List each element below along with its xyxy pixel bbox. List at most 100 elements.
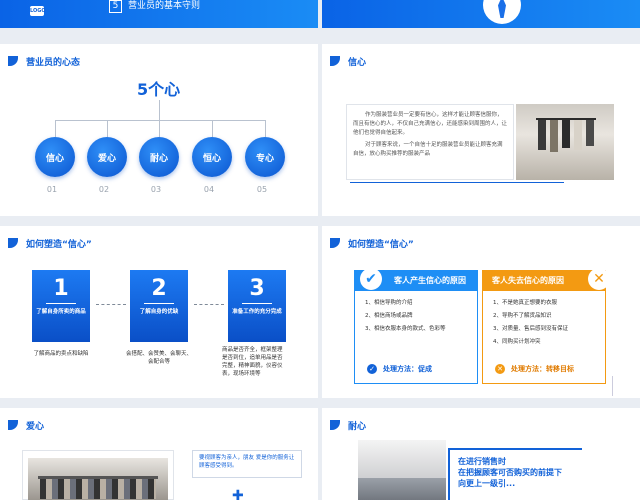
slide-top-left[interactable]: LOGO 5 营业员的基本守则: [0, 0, 318, 28]
garment-icon: [538, 120, 546, 150]
slide-header: 营业员的心态: [0, 52, 80, 70]
circle-love[interactable]: 爱心: [87, 137, 127, 177]
list-item: 3、相信衣服本身的款式、色彩等: [365, 326, 446, 332]
mall-photo: [358, 440, 446, 500]
step-3-desc: 商品是否齐全，框架整理是否到位，追单用品是否完整，精神面貌，仪容仪表，现场环境等: [222, 347, 283, 377]
patience-box: 在进行销售时 在把握顾客可否购买的前提下 向更上一级引...: [448, 448, 582, 500]
line: 在进行销售时: [458, 457, 506, 466]
circle-number: 05: [256, 185, 268, 194]
tree-drop: [212, 120, 213, 137]
section-marker-icon: [8, 56, 18, 66]
tree-branch: [55, 120, 265, 121]
loss-method: 处理方法：转移目标: [511, 364, 574, 373]
step-divider: [46, 303, 76, 304]
tree-stem: [159, 100, 160, 120]
slide-title: 爱心: [26, 421, 45, 432]
slide-title: 耐心: [348, 421, 367, 432]
header-bar: [322, 0, 640, 28]
list-item: 3、对质量、售后感到没有保证: [493, 326, 569, 332]
slide-mindset[interactable]: 营业员的心态 5个心 信心 爱心 耐心 恒心 专心 01 02 03 04 05: [0, 44, 318, 216]
step-number: 2: [151, 276, 167, 301]
slide-reasons[interactable]: 如何塑造“信心” ✔ 客人产生信心的原因 1、相信导购的介绍 2、相信商场或品牌…: [322, 226, 640, 398]
slide-title: 营业员的心态: [26, 57, 81, 68]
step-label: 了解自身所卖的商品: [36, 309, 86, 315]
section-number: 5: [109, 0, 122, 13]
note-text: 要视顾客为亲人，朋友 爱是你的服务让顾客感受得到。: [199, 455, 295, 469]
arrow-connector: [194, 304, 224, 305]
step-label: 准备工作的充分完成: [232, 309, 282, 315]
slide-build-confidence[interactable]: 如何塑造“信心” 1 了解自身所卖的商品 2 了解自身的优缺 3 准备工作的充分…: [0, 226, 318, 398]
slide-header: 如何塑造“信心”: [322, 234, 414, 252]
loss-title: 客人失去信心的原因: [492, 275, 564, 285]
garments-icon: [40, 479, 156, 499]
arrow-connector: [96, 304, 126, 305]
slide-header: 如何塑造“信心”: [0, 234, 92, 252]
garment-icon: [574, 120, 582, 150]
section-marker-icon: [8, 420, 18, 430]
slide-header: 爱心: [0, 416, 44, 434]
paragraph: 对于顾客来说，一个自信十足的服装营业员能让顾客充满自信，放心购买推荐的服装产品: [353, 142, 503, 157]
slide-header: 信心: [322, 52, 366, 70]
tie-icon: [498, 0, 506, 18]
list-item: 2、导购不了解货品知识: [493, 313, 552, 319]
gain-title: 客人产生信心的原因: [394, 275, 466, 285]
section-marker-icon: [330, 56, 340, 66]
circle-focus[interactable]: 专心: [245, 137, 285, 177]
list-item: 4、同购买计划冲突: [493, 339, 541, 345]
check-icon: ✓: [367, 364, 377, 374]
corner-accent: [612, 376, 628, 396]
circle-number: 01: [46, 185, 58, 194]
slide-title: 信心: [348, 57, 367, 68]
section-marker-icon: [8, 238, 18, 248]
gain-list: 1、相信导购的介绍 2、相信商场或品牌 3、相信衣服本身的款式、色彩等 ✓ 处理…: [354, 290, 478, 384]
tree-drop: [107, 120, 108, 137]
list-item: 1、相信导购的介绍: [365, 300, 413, 306]
tree-drop: [159, 120, 160, 137]
loss-header: 客人失去信心的原因 ✕: [482, 268, 610, 290]
slide-top-right[interactable]: [322, 0, 640, 28]
step-2-desc: 会搭配、会赞美、会聊天、会配合等: [126, 351, 193, 365]
slide-title: 如何塑造“信心”: [26, 239, 92, 250]
garment-icon: [550, 120, 558, 152]
section-marker-icon: [330, 420, 340, 430]
note-box: 要视顾客为亲人，朋友 爱是你的服务让顾客感受得到。: [192, 450, 302, 478]
slide-patience[interactable]: 耐心 在进行销售时 在把握顾客可否购买的前提下 向更上一级引...: [322, 408, 640, 500]
close-icon: ✕: [588, 268, 610, 290]
tree-drop: [55, 120, 56, 137]
loss-footer: ✕ 处理方法：转移目标: [483, 355, 605, 383]
check-icon: ✔: [360, 268, 382, 290]
step-label: 了解自身的优缺: [139, 309, 179, 315]
slide-love[interactable]: 爱心 要视顾客为亲人，朋友 爱是你的服务让顾客感受得到。 ✚: [0, 408, 318, 500]
circle-patience[interactable]: 耐心: [139, 137, 179, 177]
garment-icon: [586, 120, 594, 146]
slide-title: 如何塑造“信心”: [348, 239, 414, 250]
divider: [350, 182, 564, 183]
step-3-box[interactable]: 3 准备工作的充分完成: [228, 270, 286, 342]
circle-number: 02: [98, 185, 110, 194]
list-item: 2、相信商场或品牌: [365, 313, 413, 319]
circle-confidence[interactable]: 信心: [35, 137, 75, 177]
step-1-desc: 了解商品的卖点和缺陷: [33, 351, 89, 357]
circle-number: 03: [150, 185, 162, 194]
slide-header: 耐心: [322, 416, 366, 434]
store-photo: [28, 458, 168, 500]
big-title: 5个心: [137, 80, 181, 99]
line: 向更上一级引...: [458, 479, 516, 488]
list-item: 1、不是她真正想要的衣服: [493, 300, 558, 306]
logo: LOGO: [30, 6, 46, 16]
section-title: 营业员的基本守则: [128, 1, 201, 11]
gain-method: 处理方法：促成: [383, 364, 432, 373]
text-panel: 作为服装营业员一定要有信心，这样才能让顾客信服你，而且有信心的人，不仅自己充满信…: [346, 104, 514, 180]
garment-icon: [562, 120, 570, 148]
circle-number: 04: [203, 185, 215, 194]
gain-footer: ✓ 处理方法：促成: [355, 355, 477, 383]
step-divider: [144, 303, 174, 304]
line: 在把握顾客可否购买的前提下: [458, 468, 562, 477]
slide-confidence[interactable]: 信心 作为服装营业员一定要有信心，这样才能让顾客信服你，而且有信心的人，不仅自己…: [322, 44, 640, 216]
step-1-box[interactable]: 1 了解自身所卖的商品: [32, 270, 90, 342]
paragraph: 作为服装营业员一定要有信心，这样才能让顾客信服你，而且有信心的人，不仅自己充满信…: [353, 112, 508, 136]
step-2-box[interactable]: 2 了解自身的优缺: [130, 270, 188, 342]
loss-list: 1、不是她真正想要的衣服 2、导购不了解货品知识 3、对质量、售后感到没有保证 …: [482, 290, 606, 384]
step-number: 3: [249, 276, 265, 301]
circle-perseverance[interactable]: 恒心: [192, 137, 232, 177]
